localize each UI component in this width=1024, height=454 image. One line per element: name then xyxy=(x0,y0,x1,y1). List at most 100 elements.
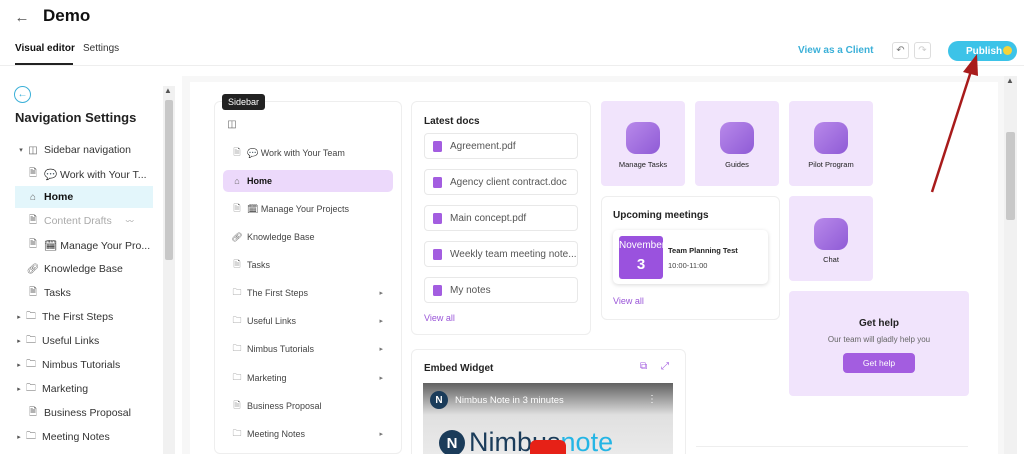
tree-item-useful-links[interactable]: ▸ 🗀 Useful Links xyxy=(0,330,162,352)
brand-suffix: note xyxy=(560,427,614,454)
sidebar-item-marketing[interactable]: 🗀 Marketing ▸ xyxy=(223,367,393,389)
page-icon: 🗎 xyxy=(28,286,38,298)
sidebar-item-label: Business Proposal xyxy=(247,401,322,411)
tile-label: Manage Tasks xyxy=(618,160,668,169)
docs-view-all-link[interactable]: View all xyxy=(424,313,455,323)
tab-settings[interactable]: Settings xyxy=(83,43,119,54)
sidebar-toggle-icon[interactable]: ◫ xyxy=(226,118,238,130)
nimbus-logo-icon: N xyxy=(439,430,465,454)
page-icon: 🗎 xyxy=(28,406,38,418)
chevron-right-icon[interactable]: ▸ xyxy=(379,289,383,297)
caret-right-icon[interactable]: ▸ xyxy=(14,433,24,441)
caret-down-icon[interactable]: ▾ xyxy=(16,146,26,154)
document-icon xyxy=(433,248,442,260)
expand-icon[interactable]: ⤢ xyxy=(661,361,669,372)
page-icon: 🗎 xyxy=(28,238,38,250)
scroll-up-icon[interactable]: ▲ xyxy=(164,86,172,95)
page-icon: 🗎 xyxy=(28,167,38,179)
back-arrow-icon[interactable]: ← xyxy=(12,7,32,27)
doc-name: My notes xyxy=(450,284,491,296)
sidebar-item-meeting-notes[interactable]: 🗀 Meeting Notes ▸ xyxy=(223,423,393,445)
play-button[interactable] xyxy=(530,440,566,454)
sidebar-item-label: Tasks xyxy=(247,260,271,270)
tree-item-label: Sidebar navigation xyxy=(44,144,131,156)
tree-item-marketing[interactable]: ▸ 🗀 Marketing xyxy=(0,378,162,400)
chevron-right-icon[interactable]: ▸ xyxy=(379,374,383,382)
tile-manage-tasks[interactable]: Manage Tasks xyxy=(601,101,685,186)
page-icon: 🗎 xyxy=(28,214,38,226)
folder-icon: 🗀 xyxy=(26,430,36,442)
sidebar-item-work-with-team[interactable]: 🗎 💬 Work with Your Team xyxy=(223,142,393,164)
sidebar-icon: ◫ xyxy=(28,144,38,156)
sidebar-item-manage-projects[interactable]: 🗎 🗓 Manage Your Projects xyxy=(223,198,393,220)
canvas-scrollbar[interactable]: ▲ xyxy=(1004,76,1017,454)
tile-label: Pilot Program xyxy=(808,160,854,169)
sidebar-item-tasks[interactable]: 🗎 Tasks xyxy=(223,254,393,276)
sidebar-item-label: Knowledge Base xyxy=(247,232,315,242)
sidebar-item-business-proposal[interactable]: 🗎 Business Proposal xyxy=(223,395,393,417)
tree-item-business-proposal[interactable]: 🗎 Business Proposal xyxy=(0,402,162,424)
link-icon: 🔗︎ xyxy=(26,263,40,275)
get-help-button[interactable]: Get help xyxy=(843,353,915,373)
canvas-scrollbar-thumb[interactable] xyxy=(1006,132,1015,220)
link-icon: 🔗︎ xyxy=(231,231,243,242)
tree-item-tasks[interactable]: 🗎 Tasks xyxy=(0,282,162,304)
doc-item[interactable]: My notes xyxy=(424,277,578,303)
caret-right-icon[interactable]: ▸ xyxy=(14,337,24,345)
tile-pilot-program[interactable]: Pilot Program xyxy=(789,101,873,186)
publish-status-dot xyxy=(1003,46,1012,55)
doc-item[interactable]: Main concept.pdf xyxy=(424,205,578,231)
tree-item-home[interactable]: ⌂ Home xyxy=(15,186,153,208)
doc-name: Weekly team meeting note... xyxy=(450,248,577,260)
tile-guides[interactable]: Guides xyxy=(695,101,779,186)
scroll-up-icon[interactable]: ▲ xyxy=(1006,76,1014,85)
tile-label: Chat xyxy=(823,255,839,264)
nav-scrollbar[interactable]: ▲ xyxy=(163,86,175,454)
meeting-date-badge: November 3 xyxy=(619,236,663,279)
folder-icon: 🗀 xyxy=(232,428,242,438)
sidebar-item-nimbus-tutorials[interactable]: 🗀 Nimbus Tutorials ▸ xyxy=(223,338,393,360)
folder-icon: 🗀 xyxy=(232,343,242,353)
tree-item-label: Content Drafts xyxy=(44,215,112,227)
doc-name: Agency client contract.doc xyxy=(450,176,567,188)
doc-item[interactable]: Agency client contract.doc xyxy=(424,169,578,195)
tree-item-first-steps[interactable]: ▸ 🗀 The First Steps xyxy=(0,306,162,328)
get-help-subtitle: Our team will gladly help you xyxy=(827,335,931,344)
home-icon: ⌂ xyxy=(234,176,240,186)
caret-right-icon[interactable]: ▸ xyxy=(14,361,24,369)
tree-item-manage-projects[interactable]: 🗎 🗓 Manage Your Pro... xyxy=(0,234,162,256)
sidebar-item-knowledge-base[interactable]: 🔗︎ Knowledge Base xyxy=(223,226,393,248)
page-icon: 🗎 xyxy=(233,203,241,213)
tab-visual-editor[interactable]: Visual editor xyxy=(15,43,75,54)
caret-right-icon[interactable]: ▸ xyxy=(14,385,24,393)
document-icon xyxy=(433,284,442,296)
sidebar-item-useful-links[interactable]: 🗀 Useful Links ▸ xyxy=(223,310,393,332)
nav-scrollbar-thumb[interactable] xyxy=(165,100,173,260)
doc-item[interactable]: Agreement.pdf xyxy=(424,133,578,159)
tree-item-work-with-team[interactable]: 🗎 💬 Work with Your T... xyxy=(0,163,162,185)
chevron-right-icon[interactable]: ▸ xyxy=(379,317,383,325)
circle-arrow-left-icon[interactable]: ← xyxy=(14,86,31,103)
tree-item-label: Tasks xyxy=(44,287,71,299)
tree-item-nimbus-tutorials[interactable]: ▸ 🗀 Nimbus Tutorials xyxy=(0,354,162,376)
more-vertical-icon[interactable]: ⋮ xyxy=(647,394,657,405)
view-as-client-link[interactable]: View as a Client xyxy=(798,45,873,56)
doc-item[interactable]: Weekly team meeting note... xyxy=(424,241,578,267)
tree-item-meeting-notes[interactable]: ▸ 🗀 Meeting Notes xyxy=(0,426,162,448)
sidebar-item-home[interactable]: ⌂ Home xyxy=(223,170,393,192)
meetings-view-all-link[interactable]: View all xyxy=(613,296,644,306)
sidebar-item-first-steps[interactable]: 🗀 The First Steps ▸ xyxy=(223,282,393,304)
video-player[interactable]: N Nimbus Note in 3 minutes ⋮ N Nimbusnot… xyxy=(423,383,673,454)
widget-divider xyxy=(696,446,968,447)
chevron-right-icon[interactable]: ▸ xyxy=(379,345,383,353)
document-icon xyxy=(433,140,442,152)
tree-item-content-drafts[interactable]: 🗎 Content Drafts 〰 xyxy=(0,210,162,232)
app-root: ← Demo Visual editor Settings View as a … xyxy=(0,0,1024,454)
caret-right-icon[interactable]: ▸ xyxy=(14,313,24,321)
tree-item-label: Knowledge Base xyxy=(44,263,123,275)
tile-chat[interactable]: Chat xyxy=(789,196,873,281)
open-external-icon[interactable]: ⧉ xyxy=(640,361,647,372)
tree-item-knowledge-base[interactable]: 🔗︎ Knowledge Base xyxy=(0,258,162,280)
tree-item-sidebar-navigation[interactable]: ▾ ◫ Sidebar navigation xyxy=(0,139,162,161)
chevron-right-icon[interactable]: ▸ xyxy=(379,430,383,438)
